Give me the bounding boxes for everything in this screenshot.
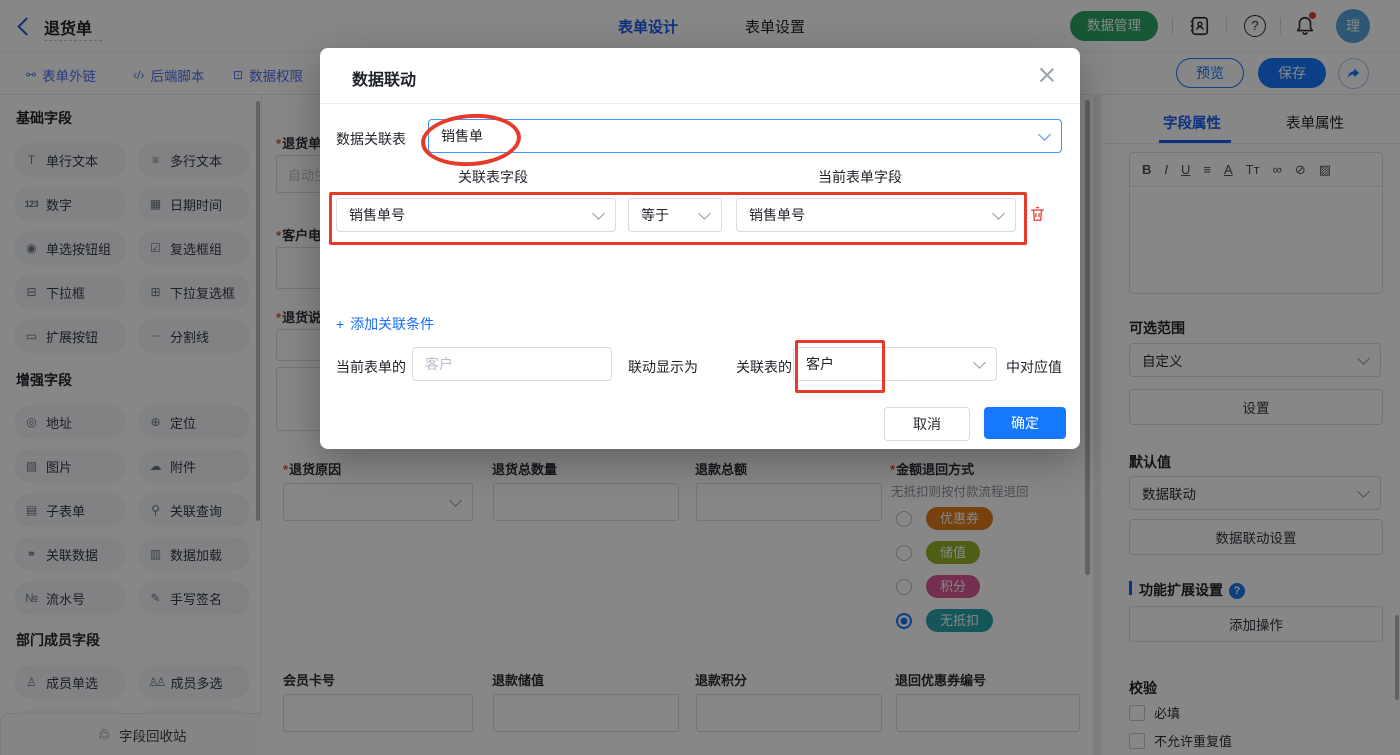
delete-condition-icon[interactable] [1028,204,1047,227]
form-designer-app: 退货单 表单设计 表单设置 数据管理 ? 理 ⚯ 表单外链 ‹/› 后端脚本 ⊡… [0,0,1400,755]
corresponding-value-suffix: 中对应值 [1006,359,1062,375]
column-header-right: 当前表单字段 [818,169,902,185]
condition-left-select[interactable]: 销售单号 [336,198,616,232]
linked-table-prefix: 关联表的 [736,359,792,375]
current-field-input[interactable] [412,347,612,381]
linked-table-select[interactable]: 销售单 [428,119,1062,153]
data-linkage-modal: 数据联动 数据关联表 销售单 关联表字段 当前表单字段 销售单号 等于 销售单号… [320,48,1080,449]
column-header-left: 关联表字段 [458,169,528,185]
condition-right-select[interactable]: 销售单号 [736,198,1016,232]
linked-table-label: 数据关联表 [336,131,406,147]
close-icon[interactable] [1038,66,1056,84]
divider [320,103,1080,104]
confirm-button[interactable]: 确定 [984,407,1066,439]
condition-operator-select[interactable]: 等于 [628,198,722,232]
plus-icon: + [336,316,345,332]
add-condition-link[interactable]: + 添加关联条件 [336,314,434,334]
linkage-display-label: 联动显示为 [628,359,698,375]
linked-field-select[interactable]: 客户 [793,347,997,381]
current-form-prefix: 当前表单的 [336,359,406,375]
cancel-button[interactable]: 取消 [884,407,970,441]
modal-title: 数据联动 [352,72,417,89]
